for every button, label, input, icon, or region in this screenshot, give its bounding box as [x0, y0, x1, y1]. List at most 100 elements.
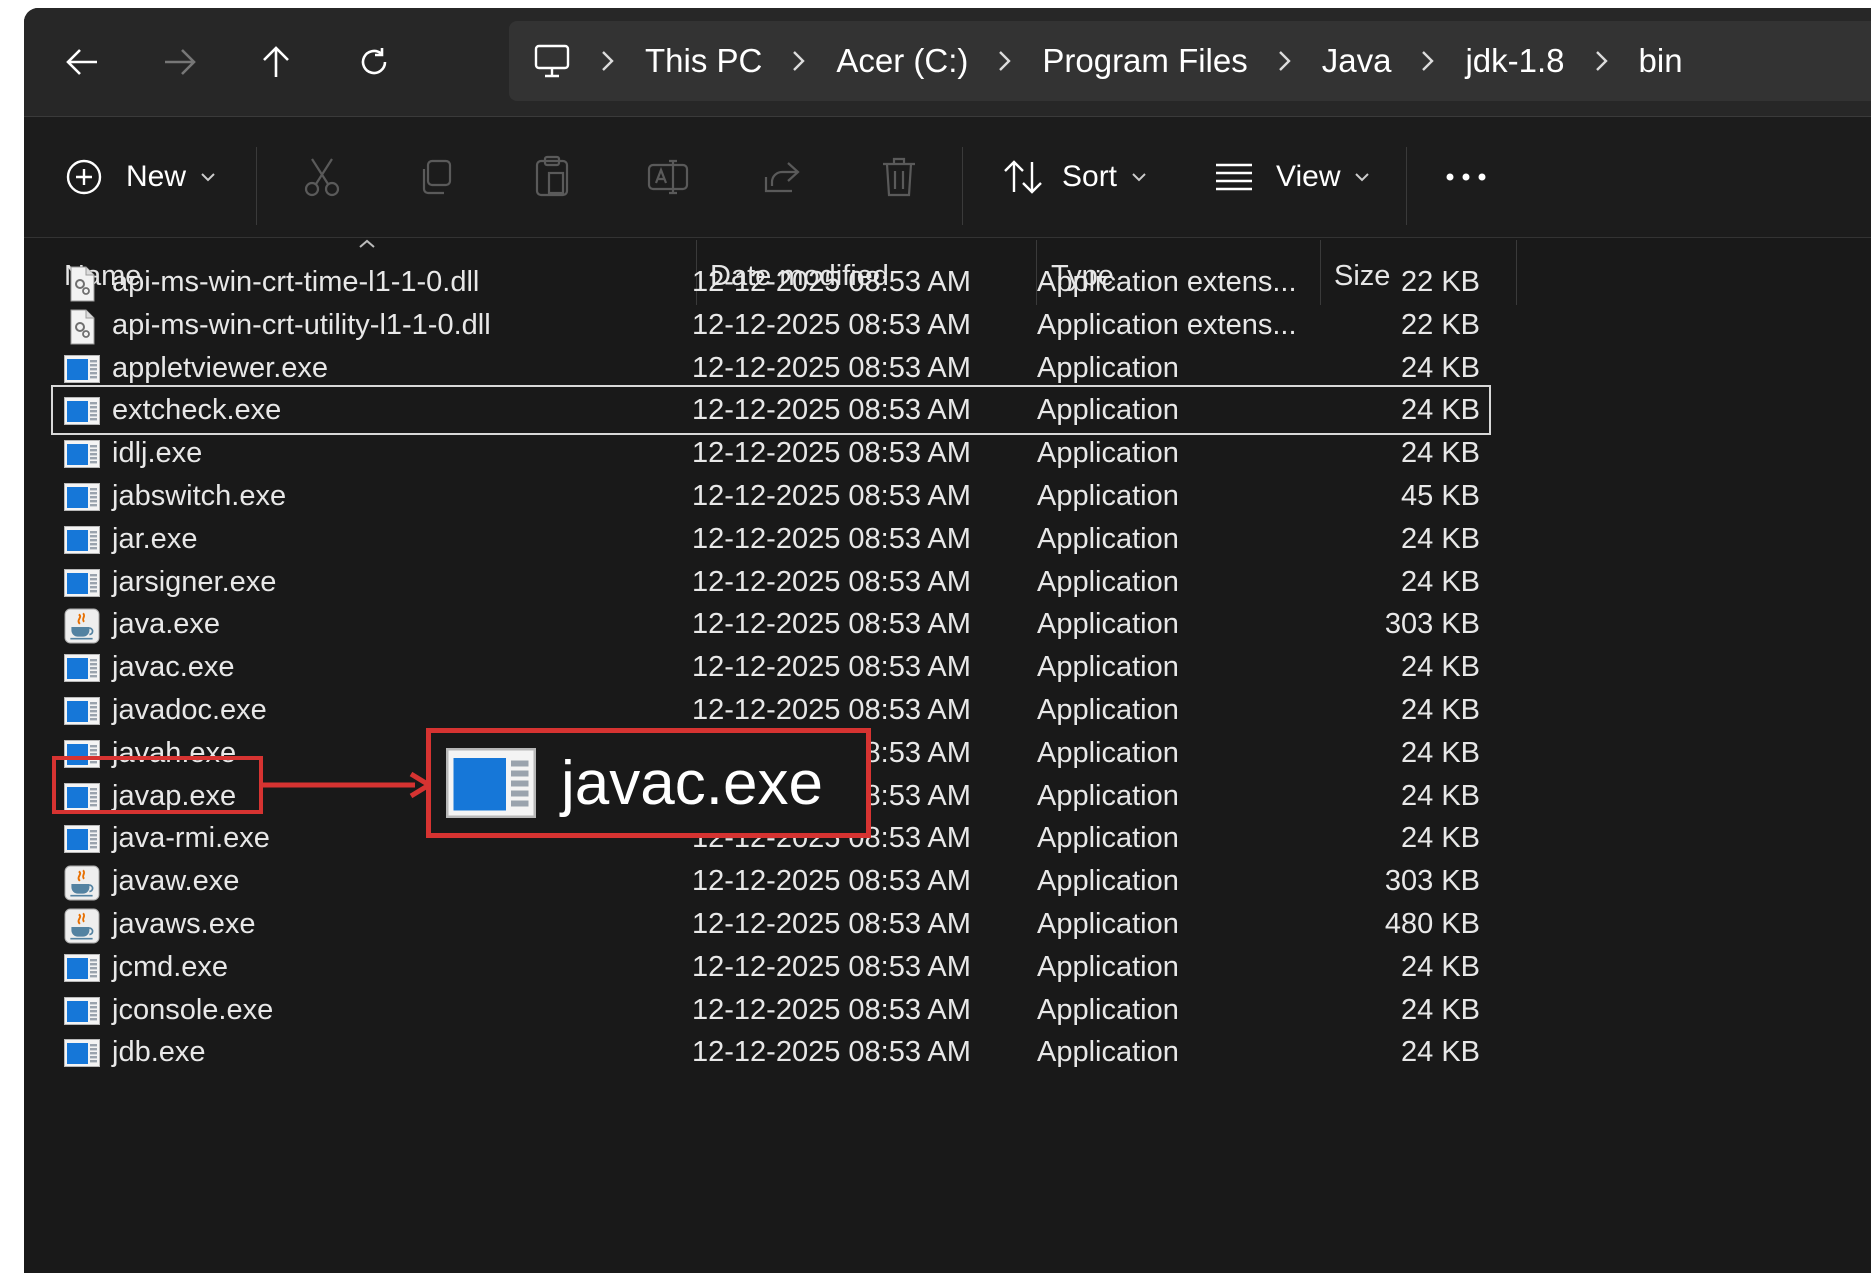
- java-cup-icon: [64, 608, 100, 644]
- file-size: 24 KB: [1401, 437, 1480, 470]
- refresh-button[interactable]: [342, 30, 406, 94]
- file-date-modified: 12-12-2025 08:53 AM: [692, 437, 971, 470]
- file-explorer-window: This PC Acer (C:) Program Files Java jdk…: [24, 8, 1871, 1273]
- file-name: jconsole.exe: [112, 993, 274, 1026]
- up-button[interactable]: [244, 30, 308, 94]
- view-button[interactable]: View: [1214, 137, 1370, 217]
- file-type: Application: [1037, 608, 1179, 641]
- file-type: Application: [1037, 437, 1179, 470]
- file-name: extcheck.exe: [112, 394, 282, 427]
- file-row[interactable]: api-ms-win-crt-utility-l1-1-0.dll 12-12-2…: [52, 301, 1490, 349]
- file-type: Application: [1037, 522, 1179, 555]
- file-row[interactable]: appletviewer.exe 12-12-2025 08:53 AM Appli…: [52, 344, 1490, 392]
- sort-button[interactable]: Sort: [1002, 137, 1147, 217]
- callout-label: javac.exe: [561, 748, 823, 818]
- more-options-icon: [1446, 173, 1486, 181]
- file-date-modified: 12-12-2025 08:53 AM: [692, 908, 971, 940]
- file-row[interactable]: jcmd.exe 12-12-2025 08:53 AM Application 24…: [52, 943, 1490, 991]
- file-row[interactable]: javaws.exe 12-12-2025 08:53 AM Application…: [52, 900, 1490, 948]
- file-date-modified: 12-12-2025 08:53 AM: [692, 993, 971, 1026]
- column-divider[interactable]: [1516, 240, 1517, 305]
- breadcrumb[interactable]: This PC Acer (C:) Program Files Java jdk…: [509, 21, 1871, 101]
- file-row[interactable]: extcheck.exe 12-12-2025 08:53 AM Applicati…: [51, 385, 1491, 436]
- refresh-icon: [361, 48, 387, 75]
- file-size: 24 KB: [1401, 1036, 1480, 1069]
- file-date-modified: 12-12-2025 08:53 AM: [692, 608, 971, 641]
- callout-arrow-icon: [263, 771, 433, 799]
- file-row[interactable]: javadoc.exe 12-12-2025 08:53 AM Applicatio…: [52, 686, 1490, 734]
- toolbar-divider: [962, 147, 963, 225]
- scissors-icon: [304, 158, 340, 197]
- plus-circle-icon: [66, 159, 102, 195]
- list-view-icon: [1216, 163, 1252, 191]
- back-button[interactable]: [50, 30, 114, 94]
- copy-button[interactable]: [416, 137, 456, 217]
- paste-button[interactable]: [532, 137, 572, 217]
- exe-app-icon: [64, 352, 100, 384]
- file-row[interactable]: javaw.exe 12-12-2025 08:53 AM Application 3…: [52, 857, 1490, 905]
- breadcrumb-program-files[interactable]: Program Files: [1042, 42, 1247, 80]
- breadcrumb-java[interactable]: Java: [1322, 42, 1392, 80]
- breadcrumb-this-pc[interactable]: This PC: [645, 42, 762, 80]
- chevron-right-icon: [998, 50, 1012, 72]
- exe-app-icon: [64, 1036, 100, 1068]
- file-type: Application: [1037, 950, 1179, 983]
- file-name: jdb.exe: [112, 1036, 206, 1069]
- file-row[interactable]: idlj.exe 12-12-2025 08:53 AM Application 24…: [52, 429, 1490, 477]
- file-type: Application: [1037, 822, 1179, 855]
- delete-button[interactable]: [879, 137, 919, 217]
- file-size: 24 KB: [1401, 822, 1480, 855]
- file-size: 303 KB: [1384, 865, 1480, 898]
- share-icon: [764, 162, 800, 193]
- file-size: 24 KB: [1401, 779, 1480, 812]
- file-date-modified: 12-12-2025 08:53 AM: [692, 394, 971, 427]
- file-size: 24 KB: [1401, 351, 1480, 384]
- file-row[interactable]: jconsole.exe 12-12-2025 08:53 AM Applicati…: [52, 986, 1490, 1034]
- file-type: Application: [1037, 865, 1179, 898]
- file-date-modified: 12-12-2025 08:53 AM: [692, 865, 971, 898]
- file-date-modified: 12-12-2025 08:53 AM: [692, 480, 971, 512]
- back-arrow-icon: [66, 49, 97, 75]
- file-row[interactable]: jar.exe 12-12-2025 08:53 AM Application 24 …: [52, 515, 1490, 563]
- file-name: api-ms-win-crt-time-l1-1-0.dll: [112, 266, 480, 298]
- file-type: Application: [1037, 565, 1179, 598]
- file-row[interactable]: java.exe 12-12-2025 08:53 AM Application 30…: [52, 600, 1490, 648]
- share-button[interactable]: [762, 137, 802, 217]
- new-label: New: [126, 160, 187, 193]
- file-name: javaw.exe: [112, 865, 240, 898]
- file-row[interactable]: jabswitch.exe 12-12-2025 08:53 AM Applicat…: [52, 472, 1490, 520]
- file-name: jar.exe: [112, 522, 198, 555]
- breadcrumb-bin[interactable]: bin: [1639, 42, 1683, 80]
- forward-arrow-icon: [165, 49, 196, 75]
- sort-ascending-indicator: [358, 236, 376, 254]
- forward-button[interactable]: [148, 30, 212, 94]
- file-size: 22 KB: [1401, 308, 1480, 341]
- rename-button[interactable]: [646, 137, 690, 217]
- file-date-modified: 12-12-2025 08:53 AM: [692, 694, 971, 726]
- new-button[interactable]: New: [64, 137, 216, 217]
- file-name: javaws.exe: [112, 908, 256, 940]
- trash-icon: [883, 157, 915, 197]
- file-row[interactable]: jdb.exe 12-12-2025 08:53 AM Application 24 …: [52, 1028, 1490, 1076]
- cut-button[interactable]: [302, 137, 342, 217]
- more-options-button[interactable]: [1444, 137, 1488, 217]
- chevron-right-icon: [1421, 50, 1435, 72]
- file-type: Application: [1037, 480, 1179, 512]
- file-row[interactable]: api-ms-win-crt-time-l1-1-0.dll 12-12-2025…: [52, 258, 1490, 306]
- file-name: idlj.exe: [112, 437, 203, 470]
- file-row[interactable]: javac.exe 12-12-2025 08:53 AM Application 2…: [52, 643, 1490, 691]
- file-row[interactable]: jarsigner.exe 12-12-2025 08:53 AM Applicat…: [52, 558, 1490, 606]
- exe-app-icon: [64, 566, 100, 598]
- file-name: api-ms-win-crt-utility-l1-1-0.dll: [112, 308, 491, 341]
- toolbar-divider: [256, 147, 257, 225]
- exe-app-icon: [445, 748, 537, 818]
- breadcrumb-acer-c[interactable]: Acer (C:): [836, 42, 968, 80]
- file-name: javadoc.exe: [112, 694, 267, 726]
- breadcrumb-jdk[interactable]: jdk-1.8: [1465, 42, 1564, 80]
- java-cup-icon: [64, 908, 100, 944]
- dll-file-icon: [64, 266, 100, 302]
- exe-app-icon: [64, 694, 100, 726]
- copy-icon: [422, 159, 452, 195]
- file-name: jabswitch.exe: [112, 480, 287, 512]
- file-size: 480 KB: [1384, 908, 1480, 940]
